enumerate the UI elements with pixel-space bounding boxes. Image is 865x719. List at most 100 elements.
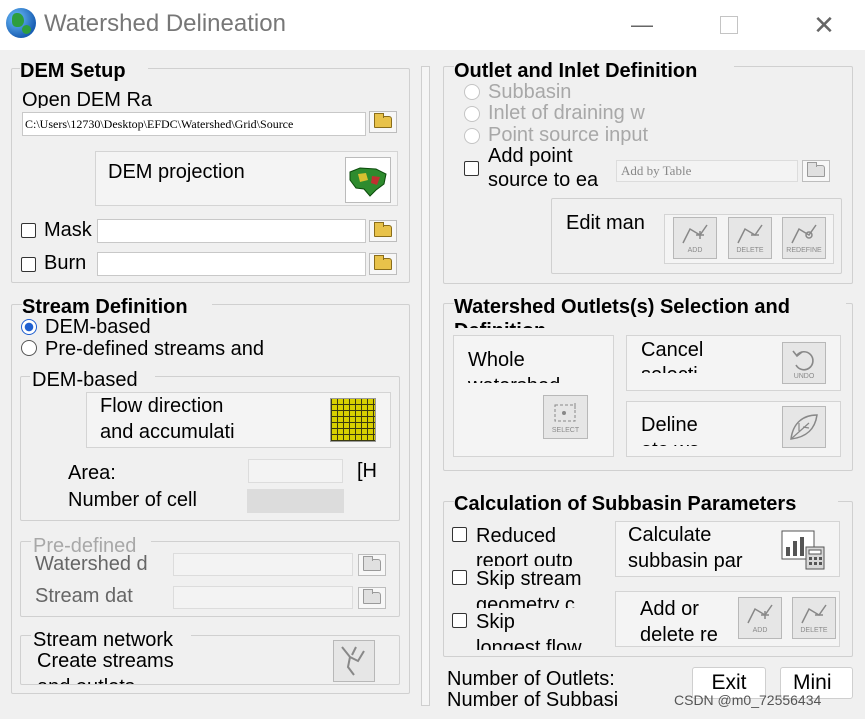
watershed-label: Watershed d — [35, 553, 148, 575]
burn-browse-button[interactable] — [369, 253, 397, 275]
subbasins-count-label: Number of Subbasi — [447, 689, 619, 711]
edit-manually-label: Edit man — [566, 212, 645, 234]
stream-data-input[interactable] — [173, 586, 353, 609]
create-streams-label-1: Create streams — [37, 650, 174, 672]
cancel-selection-label-1: Cancel — [641, 339, 704, 361]
add-point-label-2: source to ea — [488, 169, 599, 191]
folder-icon — [807, 162, 825, 177]
dem-projection-label: DEM projection — [108, 161, 245, 183]
folder-icon — [374, 255, 392, 270]
outlets-count-label: Number of Outlets: — [447, 668, 615, 690]
close-button[interactable]: ✕ — [807, 8, 841, 42]
folder-icon — [374, 222, 392, 237]
maximize-icon — [720, 16, 738, 34]
folder-icon — [363, 589, 381, 604]
add-reservoir-button[interactable]: ADD — [738, 597, 782, 639]
minimize-button[interactable]: — — [625, 8, 659, 42]
add-point-label-1: Add point — [488, 145, 573, 167]
create-streams-label-2: and outlets — [37, 676, 135, 684]
subbasin-radio[interactable] — [464, 84, 480, 100]
add-by-table-input[interactable]: Add by Table — [616, 160, 798, 182]
stream-network-icon — [333, 640, 375, 682]
delete-reservoir-caption: DELETE — [800, 626, 828, 634]
flow-direction-label-1: Flow direction — [100, 395, 224, 417]
select-button[interactable]: SELECT — [543, 395, 588, 439]
area-label: Area: — [68, 462, 116, 484]
cell-count-input[interactable] — [247, 489, 344, 513]
map-projection-icon — [345, 157, 391, 203]
watershed-input[interactable] — [173, 553, 353, 576]
folder-icon — [374, 113, 392, 128]
select-caption: SELECT — [551, 426, 580, 434]
close-icon: ✕ — [813, 9, 835, 40]
add-outlet-button[interactable]: ADD — [673, 217, 717, 259]
outlet-inlet-title: Outlet and Inlet Definition — [454, 60, 734, 83]
dem-setup-title: DEM Setup — [20, 60, 148, 83]
delineate-label-2: ate wa — [641, 439, 700, 446]
skip-longest-flow-checkbox[interactable] — [452, 613, 467, 628]
undo-button[interactable]: UNDO — [782, 342, 826, 384]
add-arrow-icon — [682, 224, 708, 243]
skip-longest-label-2: longest flow — [476, 637, 582, 650]
dem-based-group-title: DEM-based — [30, 369, 155, 389]
point-source-label: Point source input — [488, 124, 649, 146]
add-arrow-icon — [747, 604, 773, 623]
predefined-radio[interactable] — [21, 340, 37, 356]
folder-icon — [363, 556, 381, 571]
delete-reservoir-button[interactable]: DELETE — [792, 597, 836, 639]
flow-direction-label-2: and accumulati — [100, 421, 235, 443]
delineate-label-1: Deline — [641, 414, 698, 436]
inlet-radio[interactable] — [464, 106, 480, 122]
stream-data-label: Stream dat — [35, 585, 133, 607]
mask-checkbox[interactable] — [21, 223, 36, 238]
add-delete-label-1: Add or — [640, 598, 699, 620]
calculate-label-1: Calculate — [628, 524, 712, 546]
redefine-outlet-caption: REDEFINE — [786, 246, 822, 254]
point-source-radio[interactable] — [464, 128, 480, 144]
burn-input[interactable] — [97, 252, 366, 276]
whole-watershed-label-1: Whole — [468, 349, 525, 371]
panel-splitter[interactable] — [421, 66, 430, 706]
dem-path-input[interactable]: C:\Users\12730\Desktop\EFDC\Watershed\Gr… — [22, 112, 366, 136]
inlet-label: Inlet of draining w — [488, 102, 645, 124]
mask-browse-button[interactable] — [369, 220, 397, 242]
minimize-icon: — — [631, 12, 653, 37]
area-input[interactable] — [248, 459, 343, 483]
watershed-browse-button[interactable] — [358, 554, 386, 576]
stream-data-browse-button[interactable] — [358, 587, 386, 609]
add-point-checkbox[interactable] — [464, 161, 479, 176]
mask-label: Mask — [44, 219, 92, 241]
delete-arrow-icon — [737, 224, 763, 243]
redefine-arrow-icon — [791, 224, 817, 243]
mask-input[interactable] — [97, 219, 366, 243]
skip-stream-label-2: geometry c — [476, 594, 575, 608]
skip-stream-geometry-checkbox[interactable] — [452, 570, 467, 585]
cell-count-label: Number of cell — [68, 489, 197, 511]
area-unit-label: [H — [357, 460, 377, 482]
add-outlet-caption: ADD — [687, 246, 703, 254]
dem-based-radio-label: DEM-based — [45, 316, 151, 337]
predefined-group-title: Pre-defined — [31, 535, 151, 555]
skip-stream-label-1: Skip stream — [476, 568, 582, 590]
add-by-table-browse-button[interactable] — [802, 160, 830, 182]
outlet-selection-title-2: Definition — [454, 320, 654, 328]
delete-outlet-button[interactable]: DELETE — [728, 217, 772, 259]
maximize-button — [712, 8, 746, 42]
subbasin-label: Subbasin — [488, 81, 572, 101]
delete-arrow-icon — [801, 604, 827, 623]
open-dem-label: Open DEM Ra — [22, 89, 153, 108]
skip-longest-label-1: Skip — [476, 611, 515, 633]
dem-browse-button[interactable] — [369, 111, 397, 133]
add-delete-label-2: delete re — [640, 624, 718, 646]
reduced-report-checkbox[interactable] — [452, 527, 467, 542]
add-reservoir-caption: ADD — [752, 626, 768, 634]
cancel-selection-label-2: selecti — [641, 364, 698, 373]
watermark: CSDN @m0_72556434 — [674, 692, 822, 708]
calculator-icon — [780, 529, 827, 571]
leaf-icon — [782, 406, 826, 448]
burn-checkbox[interactable] — [21, 257, 36, 272]
burn-label: Burn — [44, 252, 87, 272]
predefined-radio-label: Pre-defined streams and — [45, 338, 265, 358]
redefine-outlet-button[interactable]: REDEFINE — [782, 217, 826, 259]
dem-based-radio[interactable] — [21, 319, 37, 335]
